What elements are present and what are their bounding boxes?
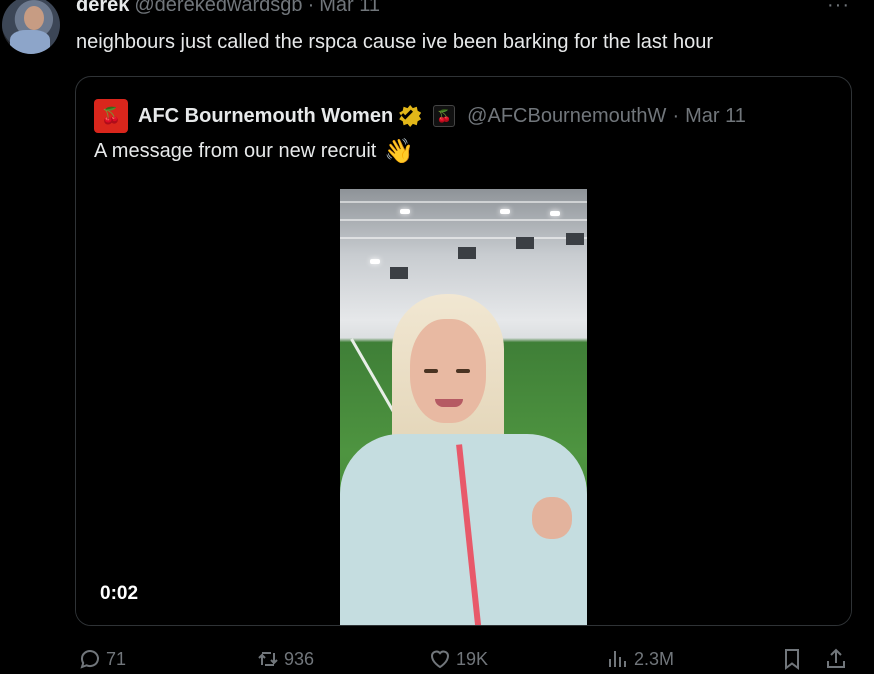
ceiling-light xyxy=(400,209,410,214)
quoted-date-separator: · xyxy=(672,104,680,127)
like-count: 19K xyxy=(456,648,489,669)
repost-count: 936 xyxy=(284,648,315,669)
roof-beam xyxy=(340,237,587,239)
wall-window xyxy=(458,247,476,259)
ceiling-light xyxy=(550,211,560,216)
quoted-tweet-header: 🍒 AFC Bournemouth Women 🍒 @AFCBournemout… xyxy=(94,99,746,133)
repost-icon xyxy=(258,652,278,666)
afc-bournemouth-logo-avatar[interactable]: 🍒 xyxy=(94,99,128,133)
reply-count: 71 xyxy=(106,648,127,669)
ceiling-light xyxy=(370,259,380,264)
quoted-tweet[interactable]: 🍒 AFC Bournemouth Women 🍒 @AFCBournemout… xyxy=(75,76,852,626)
video-timestamp: 0:02 xyxy=(100,583,139,604)
wall-window xyxy=(516,237,534,249)
avatar-shirt xyxy=(10,30,50,54)
quoted-author-handle[interactable]: @AFCBournemouthW xyxy=(467,105,666,128)
roof-beam xyxy=(340,219,587,221)
waving-hand-emoji: 👋 xyxy=(384,138,415,165)
person-hand xyxy=(532,497,572,539)
tweet-text: neighbours just called the rspca cause i… xyxy=(76,31,714,53)
quoted-author-name[interactable]: AFC Bournemouth Women xyxy=(138,105,393,128)
tweet-date[interactable]: Mar 11 xyxy=(319,0,380,17)
analytics-icon xyxy=(609,651,626,667)
author-handle[interactable]: @derekedwardsgb xyxy=(134,0,302,17)
more-options-button[interactable]: ··· xyxy=(827,0,850,17)
person-face xyxy=(410,319,486,423)
reply-button[interactable]: 71 xyxy=(78,644,126,674)
author-avatar[interactable] xyxy=(2,0,60,54)
like-button[interactable]: 19K xyxy=(428,644,488,674)
ceiling-light xyxy=(500,209,510,214)
person-eye xyxy=(424,369,438,373)
repost-button[interactable]: 936 xyxy=(256,644,314,674)
wall-window xyxy=(390,267,408,279)
views-count: 2.3M xyxy=(634,648,675,669)
share-button[interactable] xyxy=(824,644,848,674)
avatar-face xyxy=(24,6,44,30)
reply-icon xyxy=(80,650,99,669)
heart-icon xyxy=(430,650,450,669)
quoted-tweet-date[interactable]: Mar 11 xyxy=(685,105,746,128)
video-frame[interactable] xyxy=(340,189,587,625)
date-separator: · xyxy=(307,0,315,16)
person-mouth xyxy=(435,399,463,407)
quoted-tweet-text: A message from our new recruit 👋 xyxy=(94,137,414,166)
quoted-text-label: A message from our new recruit xyxy=(94,140,377,162)
bookmark-icon xyxy=(785,649,799,670)
video-player[interactable]: 0:02 xyxy=(76,189,851,625)
bookmark-button[interactable] xyxy=(780,644,804,674)
gold-verified-badge-icon xyxy=(399,105,422,127)
author-name[interactable]: derek xyxy=(76,0,129,17)
tweet-actions-bar: 71 936 19K 2.3M xyxy=(0,644,874,674)
tweet-header: derek @derekedwardsgb · Mar 11 xyxy=(76,0,380,17)
roof-beam xyxy=(340,201,587,203)
views-button[interactable]: 2.3M xyxy=(606,644,674,674)
share-icon xyxy=(827,648,845,668)
wall-window xyxy=(566,233,584,245)
person-eye xyxy=(456,369,470,373)
affiliate-badge-icon: 🍒 xyxy=(433,105,456,127)
